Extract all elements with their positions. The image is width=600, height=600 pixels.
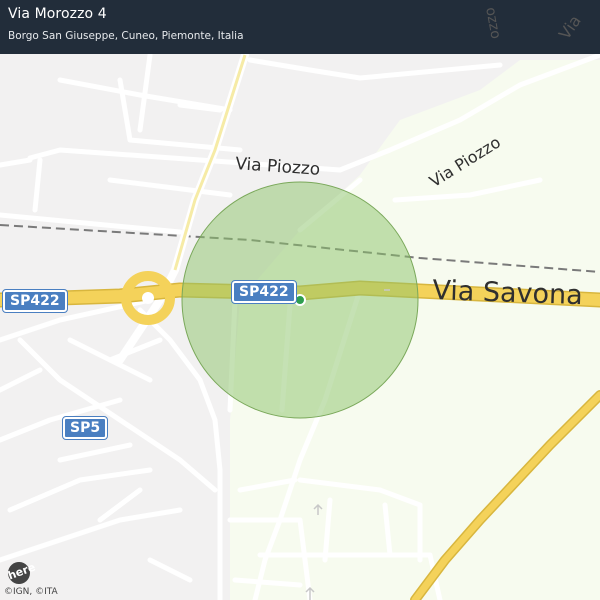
- map-attribution: ©IGN, ©ITA: [4, 587, 58, 597]
- location-title: Via Morozzo 4: [8, 6, 107, 22]
- location-header: Via Morozzo 4 Borgo San Giuseppe, Cuneo,…: [0, 0, 600, 54]
- location-marker-icon[interactable]: [294, 294, 306, 306]
- road-shield-sp422: SP422: [2, 289, 68, 313]
- street-label-via-savona: Via Savona: [431, 275, 584, 312]
- road-shield-sp422-center: SP422: [231, 280, 297, 304]
- location-address: Borgo San Giuseppe, Cuneo, Piemonte, Ita…: [8, 30, 244, 42]
- road-shield-sp5: SP5: [61, 416, 109, 440]
